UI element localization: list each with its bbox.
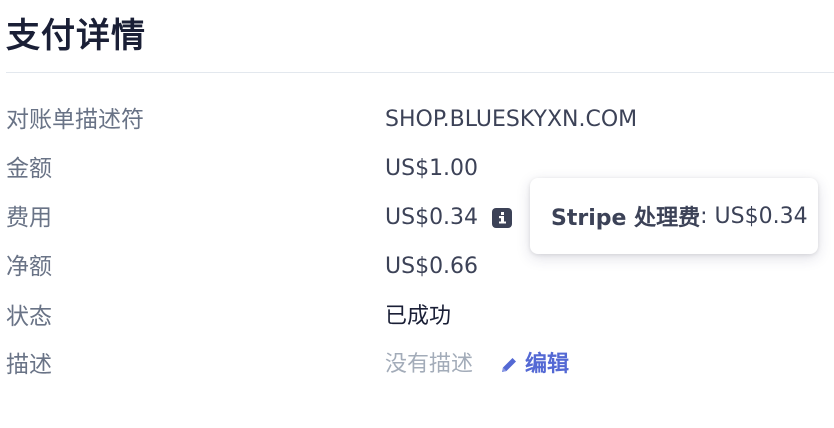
statement-descriptor-value: SHOP.BLUESKYXN.COM bbox=[385, 107, 638, 132]
title-divider bbox=[6, 72, 834, 73]
page-title: 支付详情 bbox=[6, 16, 146, 56]
amount-value: US$1.00 bbox=[385, 156, 479, 181]
status-value: 已成功 bbox=[385, 304, 452, 329]
detail-row-status: 状态 已成功 bbox=[0, 297, 834, 337]
statement-descriptor-label: 对账单描述符 bbox=[6, 107, 144, 133]
tooltip-value: US$0.34 bbox=[714, 203, 808, 229]
fee-value-group: US$0.34 bbox=[385, 198, 513, 238]
detail-row-statement-descriptor: 对账单描述符 SHOP.BLUESKYXN.COM bbox=[0, 100, 834, 140]
net-label: 净额 bbox=[6, 254, 52, 280]
edit-description-button[interactable]: 编辑 bbox=[499, 345, 569, 385]
net-value: US$0.66 bbox=[385, 254, 479, 279]
description-value: 没有描述 bbox=[385, 352, 474, 377]
status-label: 状态 bbox=[6, 304, 52, 330]
fee-value: US$0.34 bbox=[385, 205, 479, 230]
fee-label: 费用 bbox=[6, 205, 52, 231]
amount-label: 金额 bbox=[6, 156, 52, 182]
tooltip-separator: : bbox=[700, 203, 708, 229]
info-icon[interactable] bbox=[492, 208, 513, 228]
edit-description-label: 编辑 bbox=[525, 352, 570, 377]
pencil-icon bbox=[502, 358, 517, 372]
description-label: 描述 bbox=[6, 352, 52, 378]
description-value-group: 没有描述 编辑 bbox=[385, 345, 569, 385]
detail-row-description: 描述 没有描述 编辑 bbox=[0, 345, 834, 385]
fee-tooltip: Stripe 处理费: US$0.34 bbox=[530, 178, 818, 254]
tooltip-key: Stripe 处理费 bbox=[551, 206, 701, 231]
